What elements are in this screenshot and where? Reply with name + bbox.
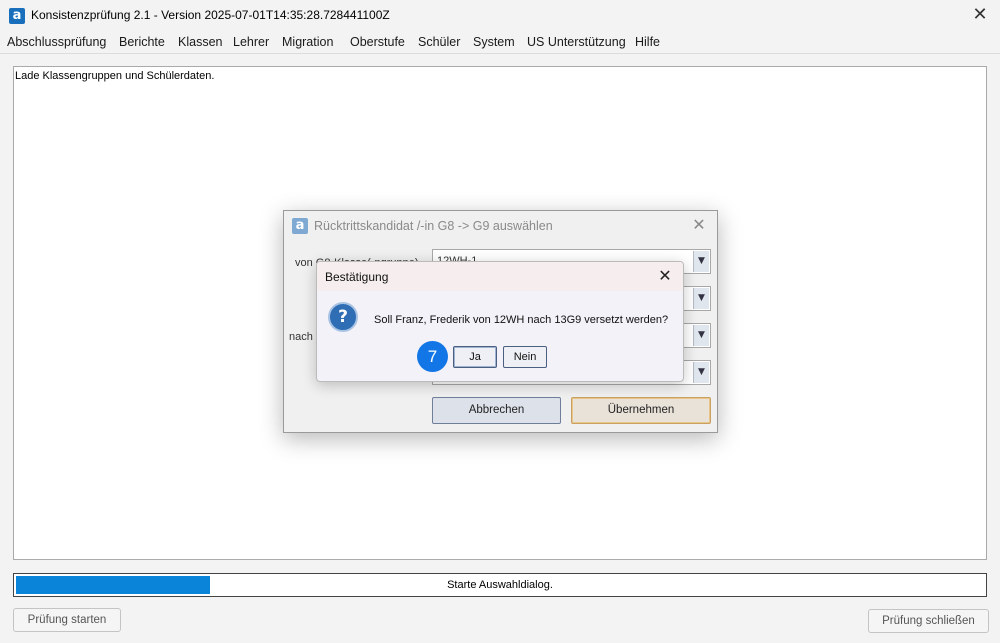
- cancel-button[interactable]: Abbrechen: [432, 397, 561, 424]
- chevron-down-icon[interactable]: ▼: [693, 362, 709, 383]
- window-close-icon[interactable]: ✕: [968, 3, 992, 27]
- confirmation-titlebar: Bestätigung ✕: [317, 262, 683, 291]
- progress-status-text: Starte Auswahldialog.: [447, 579, 553, 591]
- window-title: Konsistenzprüfung 2.1 - Version 2025-07-…: [31, 8, 390, 22]
- apply-button[interactable]: Übernehmen: [571, 397, 711, 424]
- dialog-titlebar: a Rücktrittskandidat /-in G8 -> G9 auswä…: [284, 211, 717, 241]
- label-to-class: nach: [289, 331, 313, 343]
- confirmation-title: Bestätigung: [325, 270, 389, 284]
- menu-us-unterstuetzung[interactable]: US Unterstützung: [527, 35, 626, 49]
- window-titlebar: a Konsistenzprüfung 2.1 - Version 2025-0…: [0, 0, 1000, 32]
- app-logo-icon: a: [9, 8, 25, 24]
- menu-klassen[interactable]: Klassen: [178, 35, 222, 49]
- menu-hilfe[interactable]: Hilfe: [635, 35, 660, 49]
- close-check-button[interactable]: Prüfung schließen: [868, 609, 989, 633]
- dialog-title: Rücktrittskandidat /-in G8 -> G9 auswähl…: [314, 219, 553, 233]
- chevron-down-icon[interactable]: ▼: [693, 251, 709, 272]
- dialog-close-icon[interactable]: ✕: [689, 215, 709, 235]
- confirmation-dialog: Bestätigung ✕ ? Soll Franz, Frederik von…: [316, 261, 684, 382]
- confirmation-close-icon[interactable]: ✕: [655, 265, 675, 287]
- menu-abschlusspruefung[interactable]: Abschlussprüfung: [7, 35, 106, 49]
- yes-button[interactable]: Ja: [453, 346, 497, 368]
- menu-migration[interactable]: Migration: [282, 35, 333, 49]
- menu-system[interactable]: System: [473, 35, 515, 49]
- step-number-badge: 7: [417, 341, 448, 372]
- dialog-logo-icon: a: [292, 218, 308, 234]
- chevron-down-icon[interactable]: ▼: [693, 288, 709, 309]
- menu-oberstufe[interactable]: Oberstufe: [350, 35, 405, 49]
- menu-lehrer[interactable]: Lehrer: [233, 35, 269, 49]
- log-text: Lade Klassengruppen und Schülerdaten.: [15, 70, 215, 82]
- question-icon: ?: [328, 302, 358, 332]
- confirmation-message: Soll Franz, Frederik von 12WH nach 13G9 …: [374, 314, 669, 326]
- start-check-button[interactable]: Prüfung starten: [13, 608, 121, 632]
- no-button[interactable]: Nein: [503, 346, 547, 368]
- menu-bar: Abschlussprüfung Berichte Klassen Lehrer…: [0, 32, 1000, 54]
- menu-berichte[interactable]: Berichte: [119, 35, 165, 49]
- chevron-down-icon[interactable]: ▼: [693, 325, 709, 346]
- menu-schueler[interactable]: Schüler: [418, 35, 460, 49]
- progress-bar: Starte Auswahldialog.: [13, 573, 987, 597]
